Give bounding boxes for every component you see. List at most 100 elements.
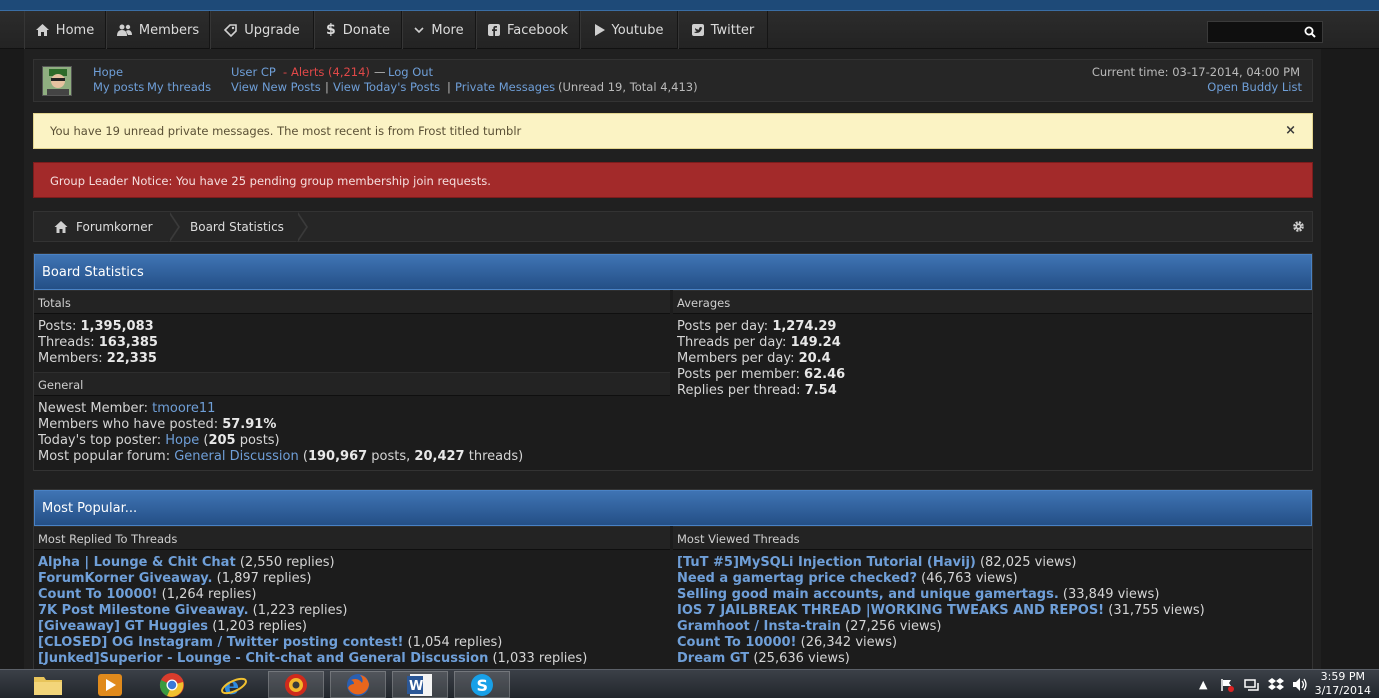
username-link[interactable]: Hope xyxy=(93,65,123,79)
nav-upgrade[interactable]: Upgrade xyxy=(210,11,314,49)
user-panel: Hope My posts My threads User CP - Alert… xyxy=(33,59,1313,102)
home-icon xyxy=(35,24,49,36)
media-player-button[interactable] xyxy=(82,671,138,698)
list-item: [CLOSED] OG Instagram / Twitter posting … xyxy=(38,635,503,650)
view-new-posts-link[interactable]: View New Posts xyxy=(231,80,321,94)
browser-icon xyxy=(285,673,307,696)
dropbox-icon[interactable] xyxy=(1268,677,1284,692)
open-buddy-list-link[interactable]: Open Buddy List xyxy=(1207,80,1302,94)
nav-members[interactable]: Members xyxy=(106,11,210,49)
file-explorer-button[interactable] xyxy=(20,671,76,698)
private-messages-link[interactable]: Private Messages xyxy=(455,80,555,94)
top-poster-link[interactable]: Hope xyxy=(165,433,199,448)
search-input[interactable] xyxy=(1207,21,1323,43)
clock-time: 3:59 PM xyxy=(1320,670,1365,683)
most-replied-column: Most Replied To Threads Alpha | Lounge &… xyxy=(34,526,670,669)
thread-link[interactable]: Count To 10000! xyxy=(677,635,796,650)
system-clock[interactable]: 3:59 PM 3/17/2014 xyxy=(1315,670,1371,698)
thread-link[interactable]: Selling good main accounts, and unique g… xyxy=(677,587,1059,602)
my-threads-link[interactable]: My threads xyxy=(147,80,211,94)
browser-button[interactable] xyxy=(268,671,324,698)
nav-home[interactable]: Home xyxy=(24,11,106,49)
play-icon xyxy=(594,24,605,36)
stat-posts-per-day: Posts per day: 1,274.29 xyxy=(677,319,837,334)
folder-icon xyxy=(34,676,62,695)
averages-header: Averages xyxy=(673,290,1312,314)
chrome-icon xyxy=(159,672,184,697)
current-time: Current time: 03-17-2014, 04:00 PM xyxy=(1091,65,1300,79)
list-item: Count To 10000! (26,342 views) xyxy=(677,635,898,650)
thread-link[interactable]: [Junked]Superior - Lounge - Chit-chat an… xyxy=(38,651,488,666)
pipe-separator: | xyxy=(325,80,329,94)
breadcrumb-current: Board Statistics xyxy=(190,212,284,241)
action-center-icon[interactable] xyxy=(1220,678,1234,692)
nav-facebook[interactable]: Facebook xyxy=(476,11,580,49)
chevron-down-icon xyxy=(414,26,424,33)
close-icon[interactable]: × xyxy=(1285,123,1296,138)
clock-date: 3/17/2014 xyxy=(1314,684,1371,697)
most-popular-title: Most Popular... xyxy=(34,490,1312,526)
pm-notice-text[interactable]: You have 19 unread private messages. The… xyxy=(50,124,521,138)
gear-icon[interactable] xyxy=(1292,220,1305,233)
thread-link[interactable]: Need a gamertag price checked? xyxy=(677,571,917,586)
nav-youtube-label: Youtube xyxy=(611,22,664,38)
word-button[interactable]: W xyxy=(392,671,448,698)
avatar[interactable] xyxy=(42,66,72,96)
general-header: General xyxy=(34,372,670,396)
main-nav: Home Members Upgrade $ Donate More Faceb… xyxy=(0,11,1379,49)
list-item: Alpha | Lounge & Chit Chat (2,550 replie… xyxy=(38,555,335,570)
newest-member-link[interactable]: tmoore11 xyxy=(152,401,215,416)
thread-link[interactable]: 7K Post Milestone Giveaway. xyxy=(38,603,249,618)
popular-forum-link[interactable]: General Discussion xyxy=(174,449,299,464)
group-notice-text[interactable]: Group Leader Notice: You have 25 pending… xyxy=(50,174,491,188)
nav-more[interactable]: More xyxy=(402,11,476,49)
list-item: ForumKorner Giveaway. (1,897 replies) xyxy=(38,571,312,586)
list-item: Dream GT (25,636 views) xyxy=(677,651,850,666)
logout-link[interactable]: Log Out xyxy=(388,65,433,79)
volume-icon[interactable] xyxy=(1292,677,1308,692)
alerts-link[interactable]: Alerts (4,214) xyxy=(291,65,370,79)
user-cp-link[interactable]: User CP xyxy=(231,65,276,79)
svg-text:W: W xyxy=(409,679,423,694)
thread-link[interactable]: ForumKorner Giveaway. xyxy=(38,571,212,586)
thread-link[interactable]: Dream GT xyxy=(677,651,749,666)
internet-explorer-icon: e xyxy=(221,672,247,698)
nav-youtube[interactable]: Youtube xyxy=(580,11,678,49)
breadcrumb-home[interactable]: Forumkorner xyxy=(54,212,153,241)
thread-link[interactable]: [CLOSED] OG Instagram / Twitter posting … xyxy=(38,635,403,650)
thread-link[interactable]: IOS 7 JAILBREAK THREAD |WORKING TWEAKS A… xyxy=(677,603,1104,618)
list-item: Need a gamertag price checked? (46,763 v… xyxy=(677,571,1018,586)
my-posts-link[interactable]: My posts xyxy=(93,80,144,94)
list-item: [TuT #5]MySQLi Injection Tutorial (Havij… xyxy=(677,555,1077,570)
nav-donate[interactable]: $ Donate xyxy=(314,11,402,49)
general-rows: Newest Member: tmoore11 Members who have… xyxy=(34,396,670,470)
stat-members-posted: Members who have posted: 57.91% xyxy=(38,417,277,432)
most-replied-header: Most Replied To Threads xyxy=(34,526,670,550)
network-icon[interactable] xyxy=(1244,678,1260,692)
breadcrumb-home-label: Forumkorner xyxy=(76,219,153,234)
stat-top-poster: Today's top poster: Hope (205 posts) xyxy=(38,433,280,448)
list-item: IOS 7 JAILBREAK THREAD |WORKING TWEAKS A… xyxy=(677,603,1205,618)
internet-explorer-button[interactable]: e xyxy=(206,671,262,698)
thread-link[interactable]: [Giveaway] GT Huggies xyxy=(38,619,208,634)
thread-link[interactable]: Count To 10000! xyxy=(38,587,157,602)
nav-more-label: More xyxy=(431,22,464,38)
view-todays-posts-link[interactable]: View Today's Posts xyxy=(333,80,440,94)
breadcrumb-current-label: Board Statistics xyxy=(190,219,284,234)
logout-dash: — xyxy=(374,65,386,79)
thread-link[interactable]: [TuT #5]MySQLi Injection Tutorial (Havij… xyxy=(677,555,976,570)
most-viewed-list: [TuT #5]MySQLi Injection Tutorial (Havij… xyxy=(673,550,1312,669)
skype-button[interactable]: S xyxy=(454,671,510,698)
facebook-icon xyxy=(487,24,500,36)
nav-donate-label: Donate xyxy=(342,22,390,38)
thread-link[interactable]: Alpha | Lounge & Chit Chat xyxy=(38,555,236,570)
firefox-button[interactable] xyxy=(330,671,386,698)
totals-column: Totals Posts: 1,395,083 Threads: 163,385… xyxy=(34,290,670,470)
tray-expand-icon[interactable]: ▲ xyxy=(1199,678,1207,691)
nav-twitter[interactable]: Twitter xyxy=(678,11,768,49)
search-icon[interactable] xyxy=(1304,26,1316,38)
breadcrumb: Forumkorner Board Statistics xyxy=(33,211,1313,242)
thread-link[interactable]: Gramhoot / Insta-train xyxy=(677,619,841,634)
chrome-button[interactable] xyxy=(144,671,200,698)
stat-posts-per-member: Posts per member: 62.46 xyxy=(677,367,846,382)
